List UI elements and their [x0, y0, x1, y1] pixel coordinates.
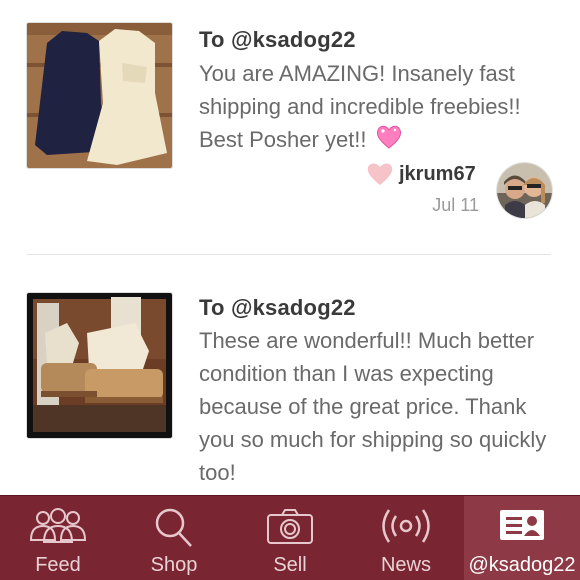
camera-icon — [232, 506, 348, 550]
bottom-tab-bar: Feed Shop Sell News @ksadog22 — [0, 495, 580, 580]
love-note: To @ksadog22 You are AMAZING! Insanely f… — [0, 0, 580, 248]
tab-feed[interactable]: Feed — [0, 496, 116, 580]
search-icon — [116, 506, 232, 550]
tab-feed-label: Feed — [35, 554, 81, 576]
tab-news-label: News — [380, 554, 431, 576]
sparkling-heart-icon — [375, 124, 403, 159]
note-divider — [27, 254, 551, 255]
tab-shop[interactable]: Shop — [116, 496, 232, 580]
dresses-photo — [27, 23, 172, 168]
sender-avatar[interactable] — [497, 163, 552, 218]
note-date: Jul 11 — [432, 195, 479, 215]
people-icon — [0, 506, 116, 550]
note-message-text: You are AMAZING! Insanely fast shipping … — [199, 61, 521, 152]
note-message: You are AMAZING! Insanely fast shipping … — [199, 57, 559, 159]
sender-username[interactable]: jkrum67 — [399, 163, 476, 186]
listing-thumbnail[interactable] — [27, 23, 172, 168]
tab-shop-label: Shop — [150, 554, 198, 576]
note-recipient[interactable]: To @ksadog22 — [199, 27, 356, 53]
shoes-photo — [27, 293, 172, 438]
tab-news[interactable]: News — [348, 496, 464, 580]
tab-profile-label: @ksadog22 — [468, 554, 576, 576]
tab-sell-label: Sell — [273, 554, 307, 576]
tab-profile[interactable]: @ksadog22 — [464, 496, 580, 580]
love-note: To @ksadog22 These are wonderful!! Much … — [0, 256, 580, 496]
like-heart-icon[interactable] — [366, 162, 394, 191]
note-message: These are wonderful!! Much better condit… — [199, 328, 547, 485]
note-recipient[interactable]: To @ksadog22 — [199, 295, 356, 321]
listing-thumbnail[interactable] — [27, 293, 172, 438]
profile-card-icon — [464, 506, 580, 550]
tab-sell[interactable]: Sell — [232, 496, 348, 580]
broadcast-icon — [348, 506, 464, 550]
